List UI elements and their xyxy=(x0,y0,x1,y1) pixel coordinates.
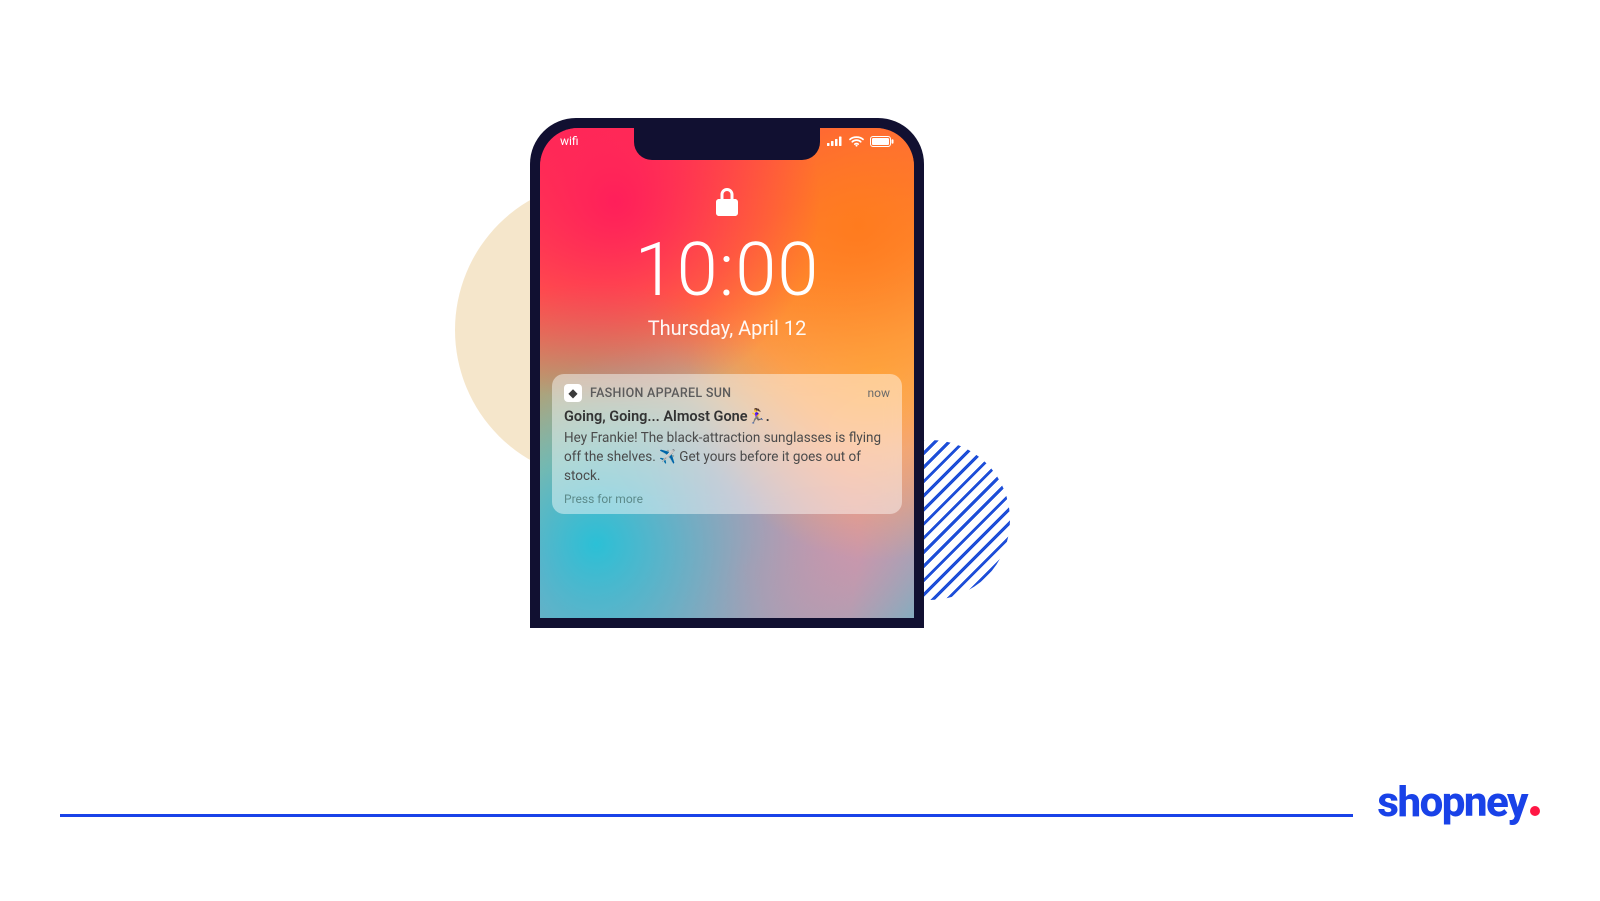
notification-body: Hey Frankie! The black-attraction sungla… xyxy=(564,429,890,486)
phone-mockup: wifi 10:00 xyxy=(530,118,924,628)
notification-app-icon: ◆ xyxy=(564,384,582,402)
brand-name: shopney xyxy=(1377,778,1527,827)
lockscreen-date: Thursday, April 12 xyxy=(540,316,914,340)
phone-screen: wifi 10:00 xyxy=(540,128,914,618)
lockscreen-time: 10:00 xyxy=(540,234,914,308)
lock-icon xyxy=(716,188,738,220)
cellular-icon xyxy=(827,136,843,146)
battery-icon xyxy=(870,136,894,147)
status-left-label: wifi xyxy=(560,134,579,148)
brand-logo: shopney xyxy=(1353,778,1540,827)
notification-title: Going, Going... Almost Gone🏃‍♀️. xyxy=(564,408,890,425)
notification-app-name: FASHION APPAREL SUN xyxy=(590,386,860,401)
brand-dot-icon xyxy=(1530,806,1540,816)
notification-press-hint: Press for more xyxy=(564,492,890,506)
phone-notch xyxy=(634,128,820,160)
phone-bottom-cutoff xyxy=(0,628,1600,901)
notification-timestamp: now xyxy=(868,386,891,400)
wifi-icon xyxy=(849,136,864,147)
footer-divider xyxy=(60,814,1540,817)
push-notification-card[interactable]: ◆ FASHION APPAREL SUN now Going, Going..… xyxy=(552,374,902,514)
status-right-icons xyxy=(827,136,894,147)
